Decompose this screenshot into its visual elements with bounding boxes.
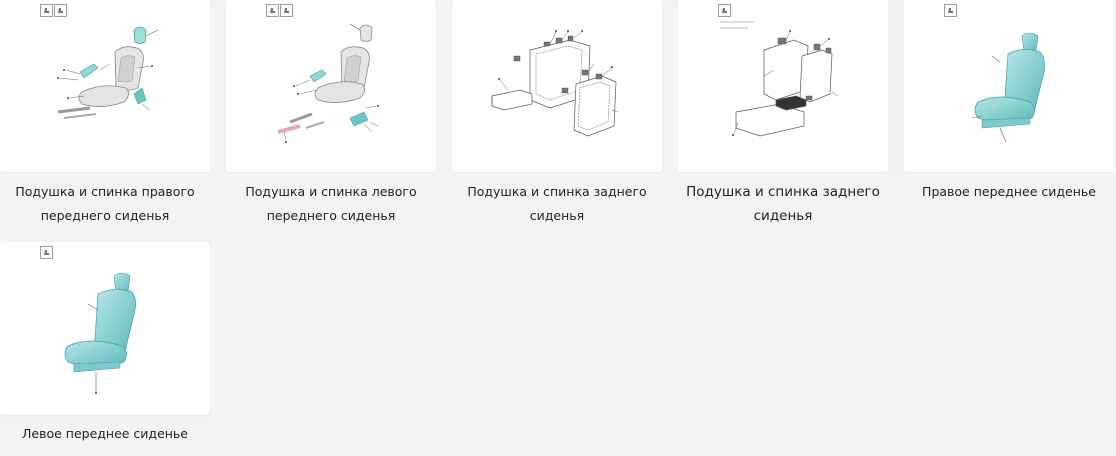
caption-line-2: переднего сиденья bbox=[40, 208, 170, 223]
card-thumbnail[interactable] bbox=[678, 0, 888, 172]
card-caption[interactable]: Подушка и спинка левого переднего сидень… bbox=[226, 180, 436, 228]
caption-line-1: Подушка и спинка левого bbox=[245, 184, 417, 199]
card-thumbnail[interactable] bbox=[0, 0, 210, 172]
card-thumbnail[interactable] bbox=[452, 0, 662, 172]
front-seat-exploded-icon bbox=[277, 23, 379, 143]
caption-line-1: Левое переднее сиденье bbox=[22, 426, 188, 441]
rear-seat-exploded-icon bbox=[720, 21, 839, 137]
card-thumbnail[interactable] bbox=[904, 0, 1114, 172]
seat-assembly-icon bbox=[64, 272, 136, 394]
caption-line-2: сиденья bbox=[753, 208, 813, 224]
card-caption[interactable]: Подушка и спинка правого переднего сиден… bbox=[0, 180, 210, 228]
catalog-card-left-front-seat[interactable]: Левое переднее сиденье bbox=[0, 242, 210, 446]
card-caption[interactable]: Подушка и спинка заднего сиденья bbox=[452, 180, 662, 228]
catalog-card-rear-cushion[interactable]: Подушка и спинка заднего сиденья bbox=[452, 0, 662, 228]
card-thumbnail[interactable] bbox=[0, 242, 210, 414]
catalog-card-left-front-cushion[interactable]: Подушка и спинка левого переднего сидень… bbox=[226, 0, 436, 228]
caption-line-2: переднего сиденья bbox=[266, 208, 396, 223]
seat-assembly-icon bbox=[971, 32, 1045, 143]
card-caption[interactable]: Подушка и спинка заднего сиденья bbox=[678, 180, 888, 228]
card-caption[interactable]: Левое переднее сиденье bbox=[0, 422, 210, 446]
catalog-card-rear-cushion-alt[interactable]: Подушка и спинка заднего сиденья bbox=[678, 0, 888, 228]
rear-seat-exploded-icon bbox=[491, 30, 619, 137]
caption-line-2: сиденья bbox=[529, 208, 585, 223]
card-thumbnail[interactable] bbox=[226, 0, 436, 172]
catalog-card-right-front-cushion[interactable]: Подушка и спинка правого переднего сиден… bbox=[0, 0, 210, 228]
caption-line-1: Подушка и спинка заднего bbox=[467, 184, 647, 199]
card-caption[interactable]: Правое переднее сиденье bbox=[904, 180, 1114, 204]
caption-line-1: Правое переднее сиденье bbox=[922, 184, 1096, 199]
caption-line-1: Подушка и спинка заднего bbox=[686, 184, 880, 200]
catalog-card-right-front-seat[interactable]: Правое переднее сиденье bbox=[904, 0, 1114, 204]
caption-line-1: Подушка и спинка правого bbox=[15, 184, 195, 199]
front-seat-exploded-icon bbox=[57, 26, 159, 119]
